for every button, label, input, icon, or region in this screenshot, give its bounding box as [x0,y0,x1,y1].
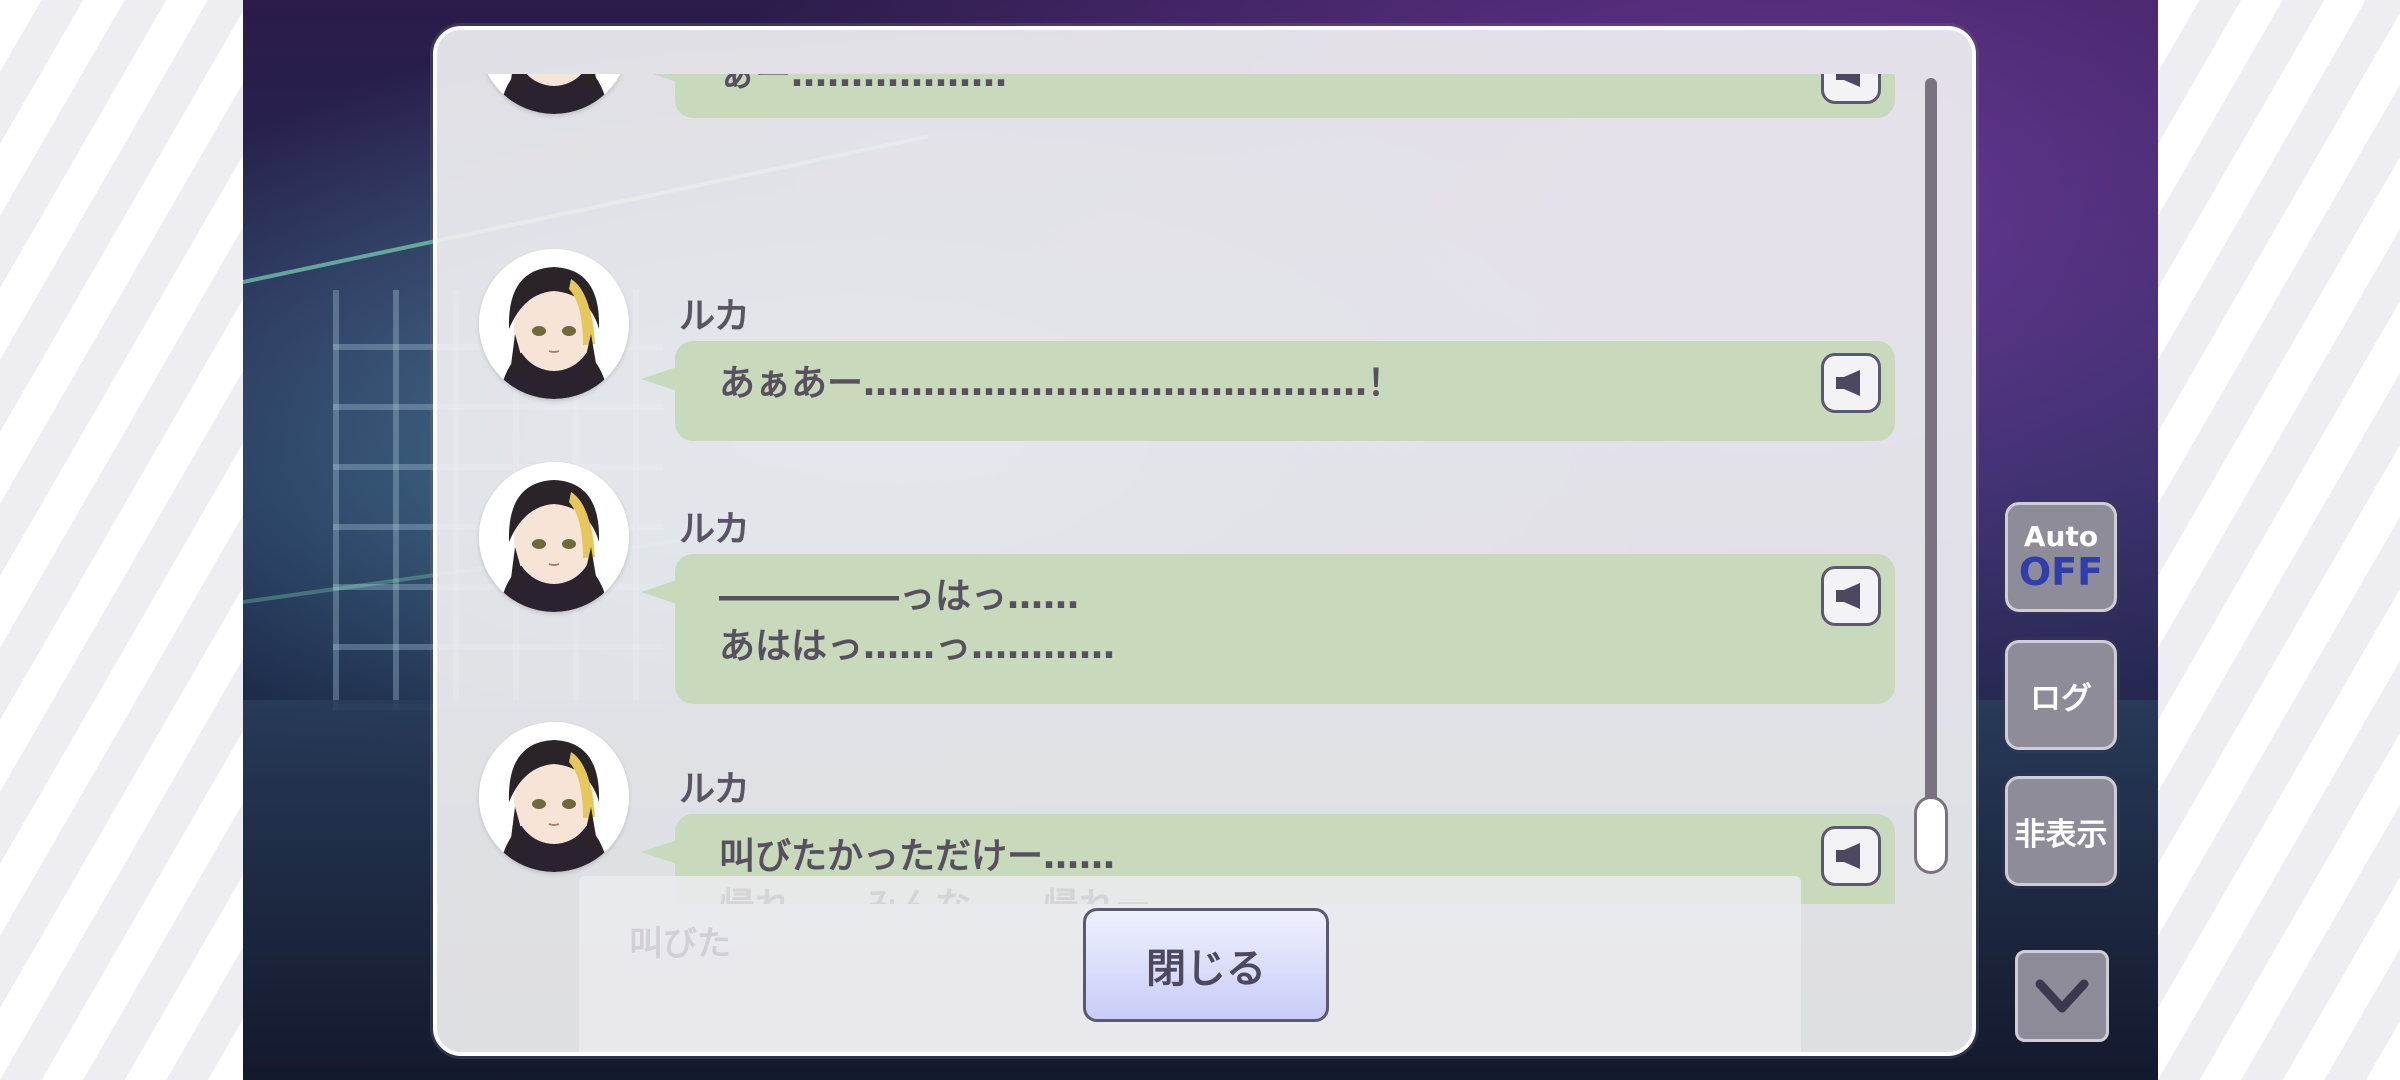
chevron-down-icon [2035,979,2089,1013]
avatar [479,249,629,399]
message-text: ぁー……………… [719,74,1008,95]
message-bubble: あぁあー……………………………………！ [641,341,1895,441]
avatar [479,462,629,612]
right-margin [2158,0,2400,1080]
message-text: あぁあー……………………………………！ [719,363,1404,404]
avatar [479,74,629,114]
hide-label: 非表示 [2014,816,2108,853]
left-margin [0,0,243,1080]
character-portrait [479,722,629,872]
voice-replay-button[interactable] [1821,826,1881,886]
menu-button[interactable] [2015,950,2109,1042]
log-button[interactable]: ログ [2005,640,2117,750]
close-button[interactable]: 閉じる [1083,908,1329,1022]
auto-label: Auto [2023,520,2099,553]
message-bubble: ぁー……………… [641,74,1895,118]
background-text: 叫びた [629,924,731,964]
log-label: ログ [2030,680,2092,717]
log-entry: ルカ あぁあー……………………………………！ [437,249,1937,441]
scrollbar-thumb[interactable] [1914,796,1948,874]
speaker-icon [1836,843,1860,869]
speaker-name: ルカ [679,509,750,550]
hide-ui-button[interactable]: 非表示 [2005,776,2117,886]
speaker-name: ルカ [679,769,750,810]
speaker-icon [1836,583,1860,609]
message-text: ―――――っはっ…… あははっ……っ………… [719,576,1116,667]
speaker-icon [1836,74,1860,87]
voice-replay-button[interactable] [1821,566,1881,626]
character-portrait [479,249,629,399]
speaker-name: ルカ [679,296,750,337]
voice-replay-button[interactable] [1821,74,1881,104]
log-entry: ルカ ―――――っはっ…… あははっ……っ………… [437,462,1937,704]
log-list[interactable]: ぁー……………… ルカ あぁあー……………………………………！ ルカ ―――――… [437,74,1937,904]
log-entry: ぁー……………… [437,74,1937,134]
character-portrait [479,74,629,114]
auto-toggle-button[interactable]: Auto OFF [2005,502,2117,612]
auto-state: OFF [2018,550,2104,594]
message-bubble: ―――――っはっ…… あははっ……っ………… [641,554,1895,704]
speaker-icon [1836,370,1860,396]
backlog-dialog: ぁー……………… ルカ あぁあー……………………………………！ ルカ ―――――… [433,26,1976,1056]
scrollbar-track[interactable] [1925,78,1937,868]
voice-replay-button[interactable] [1821,353,1881,413]
character-portrait [479,462,629,612]
avatar [479,722,629,872]
